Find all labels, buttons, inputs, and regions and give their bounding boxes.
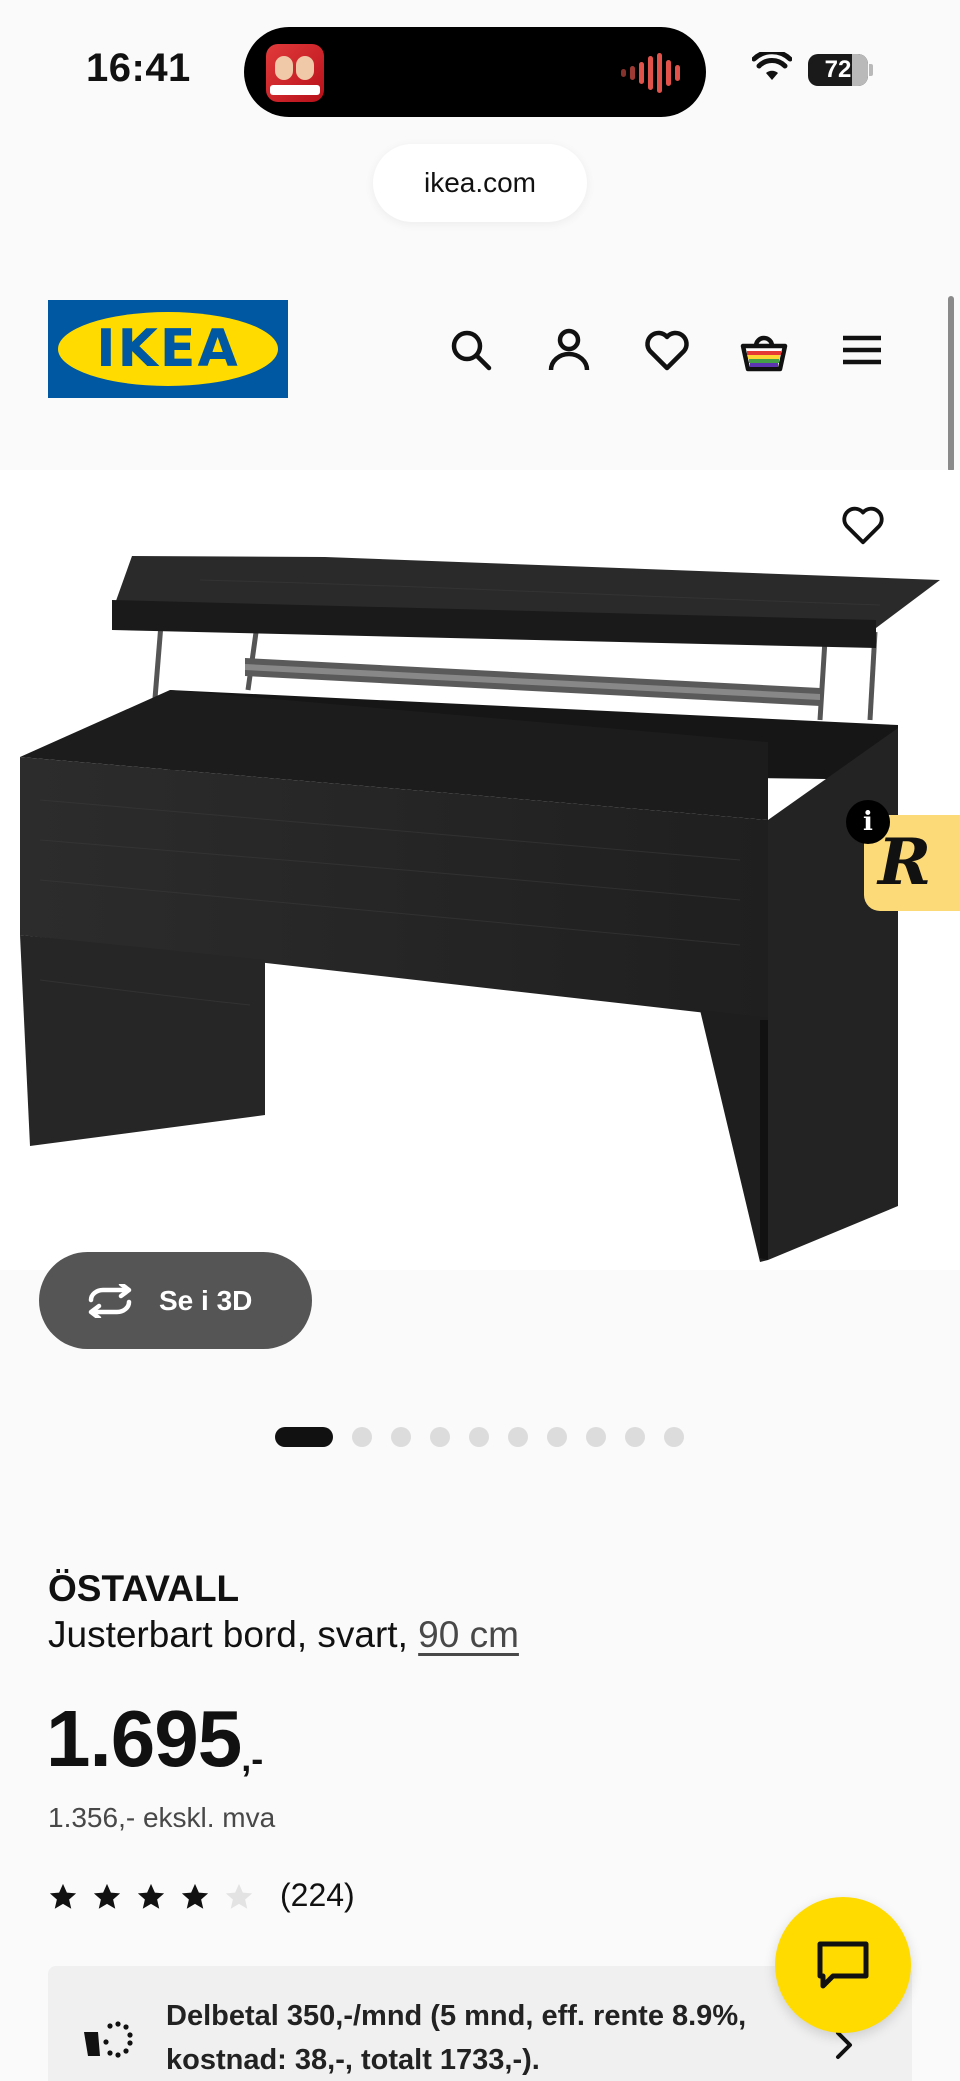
carousel-dot[interactable] bbox=[547, 1427, 567, 1447]
carousel-dot[interactable] bbox=[275, 1427, 333, 1447]
star-full-icon bbox=[93, 1883, 121, 1909]
shopping-cart-icon[interactable] bbox=[740, 326, 788, 374]
page: 16:41 72 ikea.com IKEA ® R i Se i 3D ÖST… bbox=[0, 0, 960, 2081]
carousel-dot[interactable] bbox=[430, 1427, 450, 1447]
view-3d-label: Se i 3D bbox=[159, 1284, 253, 1316]
table-illustration bbox=[20, 556, 940, 1262]
menu-icon[interactable] bbox=[838, 326, 886, 374]
product-image[interactable] bbox=[0, 470, 960, 1270]
product-description: Justerbart bord, svart, 90 cm bbox=[48, 1614, 519, 1655]
carousel-dot[interactable] bbox=[625, 1427, 645, 1447]
carousel-dot[interactable] bbox=[469, 1427, 489, 1447]
search-icon[interactable] bbox=[447, 326, 495, 374]
installment-icon bbox=[84, 2021, 133, 2058]
chevron-right-icon bbox=[836, 2031, 852, 2059]
audio-waveform-icon bbox=[621, 53, 680, 93]
price-excl-vat: 1.356,- ekskl. mva bbox=[48, 1802, 276, 1833]
product-price: 1.695 ,- bbox=[46, 1694, 264, 1783]
status-time: 16:41 bbox=[86, 46, 191, 90]
chat-icon bbox=[817, 1941, 869, 1989]
carousel-dot[interactable] bbox=[586, 1427, 606, 1447]
star-full-icon bbox=[137, 1883, 165, 1909]
rotate-3d-icon bbox=[88, 1283, 132, 1318]
review-count[interactable]: (224) bbox=[280, 1877, 355, 1914]
podcast-artwork bbox=[266, 44, 324, 102]
dynamic-island[interactable] bbox=[244, 27, 706, 117]
carousel-dot[interactable] bbox=[664, 1427, 684, 1447]
chat-button[interactable] bbox=[775, 1897, 911, 2033]
ikea-logo[interactable]: IKEA ® bbox=[48, 300, 288, 398]
carousel-dot[interactable] bbox=[391, 1427, 411, 1447]
wifi-icon bbox=[752, 52, 792, 80]
star-full-icon bbox=[181, 1883, 209, 1909]
account-icon[interactable] bbox=[545, 326, 593, 374]
battery-tip bbox=[869, 64, 873, 76]
carousel-dot[interactable] bbox=[352, 1427, 372, 1447]
url-bar[interactable]: ikea.com bbox=[373, 144, 587, 222]
image-carousel-dots[interactable] bbox=[275, 1427, 684, 1447]
carousel-dot[interactable] bbox=[508, 1427, 528, 1447]
battery-indicator: 72 bbox=[808, 54, 868, 86]
product-name: ÖSTAVALL bbox=[48, 1568, 240, 1609]
star-full-icon bbox=[49, 1883, 77, 1909]
favorite-heart-icon[interactable] bbox=[840, 502, 886, 548]
info-icon[interactable]: i bbox=[846, 800, 890, 844]
scroll-indicator[interactable] bbox=[948, 296, 954, 472]
financing-text: Delbetal 350,-/mnd (5 mnd, eff. rente 8.… bbox=[166, 2000, 747, 2076]
view-3d-button[interactable]: Se i 3D bbox=[39, 1252, 312, 1349]
star-empty-icon bbox=[225, 1883, 253, 1909]
rating-stars[interactable] bbox=[48, 1882, 254, 1912]
wishlist-icon[interactable] bbox=[643, 326, 691, 374]
size-link[interactable]: 90 cm bbox=[418, 1614, 519, 1655]
